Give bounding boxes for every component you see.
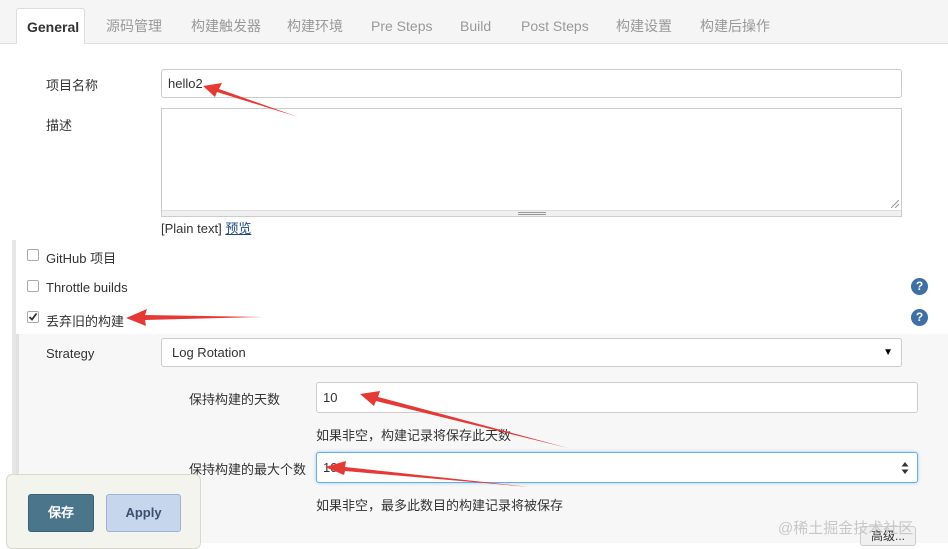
tab-build-environment[interactable]: 构建环境 xyxy=(287,8,343,44)
strategy-select[interactable]: Log Rotation ▼ xyxy=(161,338,902,367)
help-icon[interactable]: ? xyxy=(911,278,928,295)
spinner-arrows-icon[interactable] xyxy=(901,461,909,475)
tab-build[interactable]: Build xyxy=(460,8,491,44)
max-builds-value: 10 xyxy=(323,460,338,475)
max-builds-hint: 如果非空，最多此数目的构建记录将被保存 xyxy=(316,498,564,513)
strategy-label: Strategy xyxy=(46,346,95,361)
dropdown-arrow-icon: ▼ xyxy=(883,347,893,358)
tab-source-control[interactable]: 源码管理 xyxy=(106,8,162,44)
strategy-select-value: Log Rotation xyxy=(172,345,246,360)
tab-post-steps[interactable]: Post Steps xyxy=(521,8,589,44)
tab-build-settings[interactable]: 构建设置 xyxy=(616,8,672,44)
help-icon[interactable]: ? xyxy=(911,309,928,326)
throttle-builds-label: Throttle builds xyxy=(46,280,128,295)
plain-text-label: [Plain text] xyxy=(161,221,222,236)
resize-grip-icon[interactable] xyxy=(891,200,899,208)
max-builds-input[interactable]: 10 xyxy=(316,452,918,483)
description-label: 描述 xyxy=(46,118,73,133)
days-to-keep-label: 保持构建的天数 xyxy=(189,392,281,407)
save-button[interactable]: 保存 xyxy=(28,494,94,532)
discard-old-builds-checkbox[interactable] xyxy=(27,311,39,323)
tab-bar: General 源码管理 构建触发器 构建环境 Pre Steps Build … xyxy=(0,0,948,44)
tab-pre-steps[interactable]: Pre Steps xyxy=(371,8,432,44)
apply-button[interactable]: Apply xyxy=(106,494,181,532)
description-textarea[interactable] xyxy=(161,108,902,217)
days-to-keep-hint: 如果非空，构建记录将保存此天数 xyxy=(316,428,512,443)
project-name-label: 项目名称 xyxy=(46,78,99,93)
max-builds-label: 保持构建的最大个数 xyxy=(189,462,307,477)
github-project-label: GitHub 项目 xyxy=(46,251,117,266)
resize-handle-icon xyxy=(518,212,546,215)
textarea-resize-bar[interactable] xyxy=(162,210,901,216)
tab-general[interactable]: General xyxy=(16,8,85,44)
github-project-checkbox[interactable] xyxy=(27,249,39,261)
tab-build-triggers[interactable]: 构建触发器 xyxy=(191,8,261,44)
days-to-keep-input[interactable]: 10 xyxy=(316,382,918,413)
description-format-row: [Plain text] 预览 xyxy=(161,218,251,237)
watermark-text: @稀土掘金技术社区 xyxy=(778,520,914,537)
discard-old-builds-label: 丢弃旧的构建 xyxy=(46,314,125,329)
checkmark-icon xyxy=(28,312,38,321)
preview-link[interactable]: 预览 xyxy=(225,221,251,236)
project-name-input[interactable]: hello2 xyxy=(161,69,902,98)
tab-post-build-actions[interactable]: 构建后操作 xyxy=(700,8,770,44)
annotation-arrow-icon xyxy=(126,309,262,326)
throttle-builds-checkbox[interactable] xyxy=(27,280,39,292)
